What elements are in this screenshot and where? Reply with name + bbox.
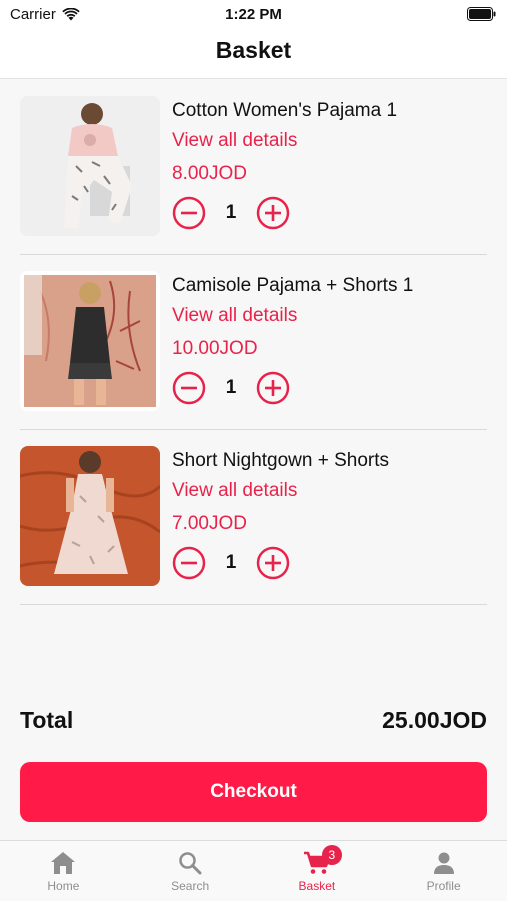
minus-circle-icon[interactable]	[172, 546, 206, 580]
tab-search-label: Search	[171, 879, 210, 893]
tab-home-label: Home	[47, 879, 80, 893]
status-time: 1:22 PM	[225, 6, 282, 23]
product-name: Short Nightgown + Shorts	[172, 450, 390, 471]
product-image[interactable]	[20, 96, 160, 236]
product-image[interactable]	[20, 271, 160, 411]
plus-circle-icon[interactable]	[256, 546, 290, 580]
quantity-stepper: 1	[172, 371, 487, 405]
product-name: Camisole Pajama + Shorts 1	[172, 275, 414, 296]
status-bar: Carrier 1:22 PM	[0, 0, 507, 28]
basket-list: Cotton Women's Pajama 1 View all details…	[20, 80, 487, 605]
basket-item: Camisole Pajama + Shorts 1 View all deta…	[20, 255, 487, 430]
minus-circle-icon[interactable]	[172, 196, 206, 230]
navigation-bar: Basket	[0, 28, 507, 79]
product-name: Cotton Women's Pajama 1	[172, 100, 398, 121]
quantity-value: 1	[225, 202, 237, 223]
quantity-stepper: 1	[172, 196, 487, 230]
view-details-link[interactable]: View all details	[172, 128, 487, 154]
tab-home[interactable]: Home	[0, 841, 127, 901]
basket-item: Short Nightgown + Shorts View all detail…	[20, 430, 487, 605]
product-price: 10.00JOD	[172, 338, 258, 359]
cart-badge: 3	[321, 845, 342, 865]
tab-basket[interactable]: 3 Basket	[254, 841, 381, 901]
profile-icon	[433, 852, 454, 874]
tab-search[interactable]: Search	[127, 841, 254, 901]
tab-basket-label: Basket	[298, 879, 336, 893]
plus-circle-icon[interactable]	[256, 196, 290, 230]
minus-circle-icon[interactable]	[172, 371, 206, 405]
product-price: 7.00JOD	[172, 513, 247, 534]
checkout-button[interactable]: Checkout	[20, 762, 487, 822]
tab-profile-label: Profile	[426, 879, 461, 893]
plus-circle-icon[interactable]	[256, 371, 290, 405]
product-info: Short Nightgown + Shorts View all detail…	[172, 448, 487, 580]
total-row: Total 25.00JOD	[20, 703, 487, 737]
product-info: Cotton Women's Pajama 1 View all details…	[172, 98, 487, 230]
quantity-value: 1	[225, 377, 237, 398]
total-label: Total	[20, 706, 74, 733]
tab-bar: Home Search 3 Basket Profile	[0, 840, 507, 901]
basket-item: Cotton Women's Pajama 1 View all details…	[20, 80, 487, 255]
search-icon	[179, 852, 202, 875]
quantity-value: 1	[225, 552, 237, 573]
product-info: Camisole Pajama + Shorts 1 View all deta…	[172, 273, 487, 405]
view-details-link[interactable]: View all details	[172, 478, 487, 504]
quantity-stepper: 1	[172, 546, 487, 580]
product-price: 8.00JOD	[172, 163, 247, 184]
battery-icon	[467, 7, 497, 25]
product-image[interactable]	[20, 446, 160, 586]
total-value: 25.00JOD	[382, 706, 487, 733]
view-details-link[interactable]: View all details	[172, 303, 487, 329]
page-title: Basket	[215, 37, 292, 63]
home-icon	[51, 852, 76, 874]
tab-profile[interactable]: Profile	[380, 841, 507, 901]
